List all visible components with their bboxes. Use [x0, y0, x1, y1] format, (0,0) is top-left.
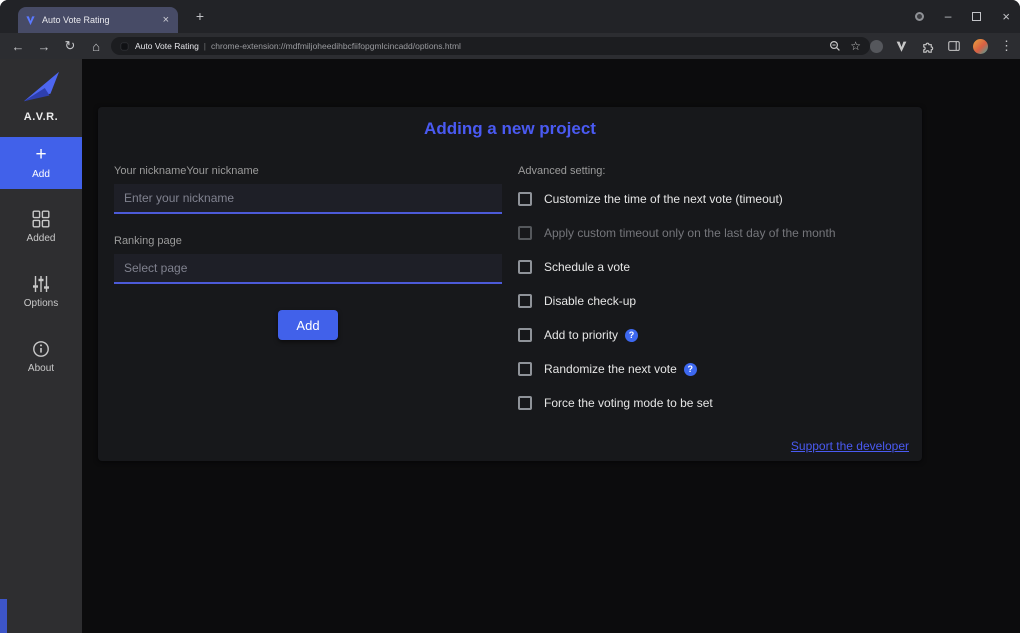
avr-logo-icon	[18, 68, 64, 106]
maximize-button[interactable]	[972, 12, 981, 21]
disable-checkup-checkbox[interactable]	[518, 294, 532, 308]
randomize-checkbox[interactable]	[518, 362, 532, 376]
add-project-button[interactable]: Add	[278, 310, 338, 340]
sidebar-item-label: About	[28, 363, 54, 374]
last-day-checkbox[interactable]	[518, 226, 532, 240]
grid-icon	[32, 210, 50, 228]
avr-toolbar-icon[interactable]	[895, 40, 908, 53]
tab-title: Auto Vote Rating	[42, 15, 161, 25]
option-label: Force the voting mode to be set	[544, 396, 713, 410]
sidebar: A.V.R. + Add Added	[0, 59, 82, 633]
browser-tab[interactable]: Auto Vote Rating ×	[18, 7, 178, 33]
nickname-input[interactable]	[114, 184, 502, 214]
bookmark-star-icon[interactable]: ☆	[850, 39, 861, 53]
randomize-help-icon[interactable]: ?	[684, 363, 697, 376]
minimize-button[interactable]: –	[945, 9, 952, 23]
schedule-checkbox[interactable]	[518, 260, 532, 274]
option-label: Randomize the next vote	[544, 362, 677, 376]
new-tab-button[interactable]: +	[192, 8, 208, 24]
nav-icons: ← → ↻ ⌂	[0, 38, 103, 54]
nickname-label: Your nicknameYour nickname	[114, 165, 502, 177]
browser-window: Auto Vote Rating × + – × ← → ↻ ⌂ Auto Vo…	[0, 0, 1020, 633]
option-label: Disable check-up	[544, 294, 636, 308]
option-row-priority: Add to priority ?	[518, 328, 906, 342]
project-form: Your nicknameYour nickname Ranking page …	[114, 153, 502, 410]
zoom-icon[interactable]	[829, 40, 841, 52]
reload-icon[interactable]: ↻	[63, 38, 77, 54]
sidebar-item-options[interactable]: Options	[0, 264, 82, 319]
sidebar-item-label: Options	[24, 298, 58, 309]
address-bar[interactable]: Auto Vote Rating | chrome-extension://md…	[111, 37, 870, 55]
option-row-last-day: Apply custom timeout only on the last da…	[518, 226, 906, 240]
extension-page: A.V.R. + Add Added	[0, 59, 1020, 633]
page-title: Adding a new project	[98, 119, 922, 139]
sidebar-item-about[interactable]: About	[0, 329, 82, 384]
advanced-heading: Advanced setting:	[518, 165, 906, 177]
omnibox-actions: ☆	[829, 39, 861, 53]
timeout-checkbox[interactable]	[518, 192, 532, 206]
browser-toolbar: ← → ↻ ⌂ Auto Vote Rating | chrome-extens…	[0, 33, 1020, 59]
close-window-button[interactable]: ×	[1002, 9, 1010, 24]
tab-close-icon[interactable]: ×	[161, 14, 171, 26]
main-area: Adding a new project Your nicknameYour n…	[82, 59, 1020, 633]
logo-text: A.V.R.	[24, 111, 58, 123]
sidebar-item-label: Add	[32, 169, 50, 180]
ranking-page-input[interactable]	[114, 254, 502, 284]
back-icon[interactable]: ←	[11, 39, 25, 54]
url-text: chrome-extension://mdfmiljoheedihbcfiifo…	[211, 41, 823, 51]
extension-page-icon	[120, 42, 129, 51]
option-label: Apply custom timeout only on the last da…	[544, 226, 836, 240]
side-panel-icon[interactable]	[947, 39, 961, 53]
extensions-puzzle-icon[interactable]	[920, 39, 935, 54]
option-label: Customize the time of the next vote (tim…	[544, 192, 783, 206]
option-label: Add to priority	[544, 328, 618, 342]
option-row-timeout: Customize the time of the next vote (tim…	[518, 192, 906, 206]
avr-favicon-icon	[25, 15, 36, 26]
option-row-disable-checkup: Disable check-up	[518, 294, 906, 308]
sidebar-item-label: Added	[27, 233, 56, 244]
corner-accent-bar	[0, 599, 7, 633]
sidebar-item-added[interactable]: Added	[0, 199, 82, 254]
option-row-schedule: Schedule a vote	[518, 260, 906, 274]
profile-avatar[interactable]	[973, 39, 988, 54]
option-row-force-mode: Force the voting mode to be set	[518, 396, 906, 410]
priority-checkbox[interactable]	[518, 328, 532, 342]
extension-name-text: Auto Vote Rating	[135, 41, 199, 51]
url-separator: |	[204, 41, 206, 51]
option-label: Schedule a vote	[544, 260, 630, 274]
forward-icon[interactable]: →	[37, 39, 51, 54]
status-circle-icon[interactable]	[915, 12, 924, 21]
priority-help-icon[interactable]: ?	[625, 329, 638, 342]
info-icon	[32, 340, 50, 358]
add-project-card: Adding a new project Your nicknameYour n…	[98, 107, 922, 461]
form-columns: Your nicknameYour nickname Ranking page …	[98, 153, 922, 410]
sliders-icon	[32, 275, 50, 293]
sidebar-item-add[interactable]: + Add	[0, 137, 82, 189]
window-controls: – ×	[915, 0, 1010, 32]
home-icon[interactable]: ⌂	[89, 39, 103, 54]
ranking-page-label: Ranking page	[114, 235, 502, 247]
browser-menu-icon[interactable]: ⋮	[1000, 38, 1013, 54]
option-row-randomize: Randomize the next vote ?	[518, 362, 906, 376]
add-icon: +	[35, 146, 46, 164]
toolbar-right: ⋮	[870, 38, 1020, 54]
tab-strip: Auto Vote Rating × + – ×	[0, 0, 1020, 33]
force-mode-checkbox[interactable]	[518, 396, 532, 410]
advanced-settings: Advanced setting: Customize the time of …	[518, 153, 906, 410]
extension-badge-icon[interactable]	[870, 40, 883, 53]
support-developer-link[interactable]: Support the developer	[791, 439, 909, 453]
